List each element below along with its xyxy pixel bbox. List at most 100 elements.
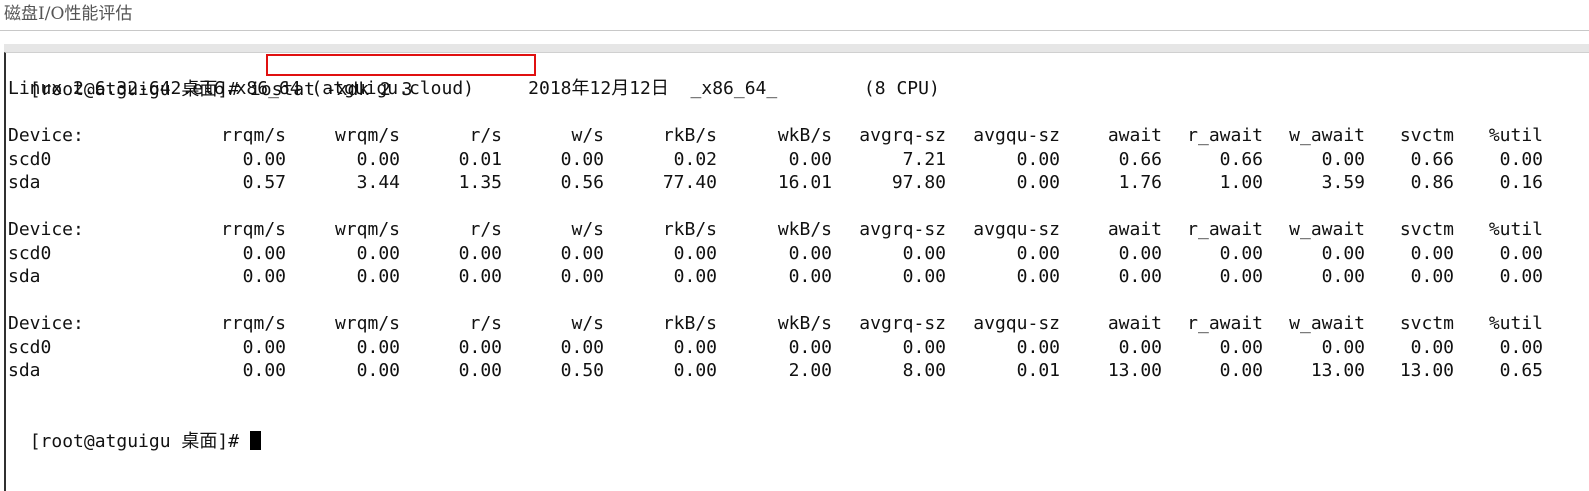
metric-cell: 0.00: [788, 148, 832, 170]
col-header: wkB/s: [777, 313, 832, 334]
metric-cell: 0.00: [560, 148, 604, 170]
iostat-report-1: Device: rrqm/s wrqm/s r/s w/s rkB/s wkB/…: [8, 124, 1543, 195]
command-highlight-box: [266, 54, 536, 76]
col-header: r/s: [469, 313, 502, 334]
metric-cell: 0.65: [1499, 360, 1543, 381]
col-header: r_await: [1187, 125, 1263, 146]
metric-cell: 0.00: [1499, 336, 1543, 358]
metric-cell: 2.00: [788, 360, 832, 381]
metric-cell: 0.00: [1016, 266, 1060, 287]
col-header: Device:: [8, 313, 84, 334]
metric-cell: 0.00: [356, 360, 400, 381]
metric-cell: 0.00: [788, 266, 832, 287]
metric-cell: 0.00: [1499, 266, 1543, 287]
table-row: sda 0.57 3.44 1.35 0.56 77.40 16.01 97.80 0.00 1.…: [8, 171, 1543, 195]
device-name-cell: sda: [8, 172, 41, 193]
metric-cell: 0.00: [242, 266, 286, 287]
col-header: await: [1107, 219, 1162, 240]
metric-cell: 13.00: [1107, 360, 1162, 381]
metric-cell: 13.00: [1399, 360, 1454, 381]
metric-cell: 0.00: [1219, 266, 1263, 287]
device-name-cell: sda: [8, 360, 41, 381]
metric-cell: 0.00: [1118, 242, 1162, 264]
metric-cell: 0.00: [242, 360, 286, 381]
col-header: svctm: [1399, 219, 1454, 240]
metric-cell: 1.76: [1118, 172, 1162, 193]
col-header: avgqu-sz: [973, 313, 1060, 334]
col-header: r/s: [469, 219, 502, 240]
table-row: scd0 0.00 0.00 0.00 0.00 0.00 0.00 0.00 0.00 0.00…: [8, 336, 1543, 360]
col-header: r/s: [469, 125, 502, 146]
col-header: rkB/s: [662, 313, 717, 334]
metric-cell: 0.00: [788, 336, 832, 358]
metric-cell: 0.00: [902, 242, 946, 264]
metric-cell: 8.00: [902, 360, 946, 381]
metric-cell: 0.00: [673, 360, 717, 381]
col-header: wrqm/s: [334, 125, 400, 146]
metric-cell: 0.01: [458, 148, 502, 170]
metric-cell: 0.00: [1016, 172, 1060, 193]
metric-cell: 7.21: [902, 148, 946, 170]
metric-cell: 0.56: [560, 172, 604, 193]
col-header: wkB/s: [777, 125, 832, 146]
col-header: r_await: [1187, 313, 1263, 334]
col-header: avgrq-sz: [859, 313, 946, 334]
col-header: w/s: [571, 313, 604, 334]
metric-cell: 0.00: [1410, 336, 1454, 358]
col-header: wkB/s: [777, 219, 832, 240]
metric-cell: 0.02: [673, 148, 717, 170]
col-header: rrqm/s: [220, 313, 286, 334]
col-header: avgqu-sz: [973, 219, 1060, 240]
metric-cell: 0.57: [242, 172, 286, 193]
metric-cell: 16.01: [777, 172, 832, 193]
metric-cell: 0.00: [902, 266, 946, 287]
iostat-report-2: Device: rrqm/s wrqm/s r/s w/s rkB/s wkB/…: [8, 218, 1543, 289]
col-header: svctm: [1399, 125, 1454, 146]
metric-cell: 0.00: [1016, 336, 1060, 358]
col-header: rkB/s: [662, 219, 717, 240]
cursor-block: [249, 430, 261, 450]
metric-cell: 0.00: [1118, 266, 1162, 287]
metric-cell: 0.00: [1410, 266, 1454, 287]
metric-cell: 0.00: [1321, 336, 1365, 358]
metric-cell: 0.66: [1219, 148, 1263, 170]
metric-cell: 0.00: [458, 266, 502, 287]
device-name-cell: sda: [8, 266, 41, 287]
table-row: sda 0.00 0.00 0.00 0.50 0.00 2.00 8.00 0.01 13.00…: [8, 359, 1543, 383]
device-name-cell: scd0: [8, 336, 52, 358]
system-info-line: Linux 2.6.32-642.el6.x86_64 (atguigu.clo…: [8, 78, 940, 99]
page-header: 磁盘I/O性能评估: [0, 0, 1589, 31]
metric-cell: 0.00: [1499, 148, 1543, 170]
metric-cell: 0.00: [1499, 242, 1543, 264]
col-header: r_await: [1187, 219, 1263, 240]
col-header: wrqm/s: [334, 313, 400, 334]
col-header: rrqm/s: [220, 125, 286, 146]
metric-cell: 77.40: [662, 172, 717, 193]
col-header: wrqm/s: [334, 219, 400, 240]
metric-cell: 0.00: [458, 360, 502, 381]
metric-cell: 0.00: [1321, 266, 1365, 287]
metric-cell: 0.00: [1016, 242, 1060, 264]
metric-cell: 0.00: [458, 242, 502, 264]
metric-cell: 0.00: [902, 336, 946, 358]
col-header: w/s: [571, 219, 604, 240]
metric-cell: 0.00: [242, 336, 286, 358]
metric-cell: 0.00: [1219, 336, 1263, 358]
metric-cell: 0.00: [242, 242, 286, 264]
col-header: Device:: [8, 219, 84, 240]
metric-cell: 0.00: [788, 242, 832, 264]
col-header: w_await: [1289, 219, 1365, 240]
metric-cell: 0.00: [673, 242, 717, 264]
metric-cell: 3.59: [1321, 172, 1365, 193]
metric-cell: 1.00: [1219, 172, 1263, 193]
metric-cell: 0.00: [458, 336, 502, 358]
metric-cell: 0.00: [673, 336, 717, 358]
metric-cell: 0.01: [1016, 360, 1060, 381]
metric-cell: 0.00: [1016, 148, 1060, 170]
metric-cell: 0.00: [560, 266, 604, 287]
metric-cell: 0.00: [1219, 242, 1263, 264]
metric-cell: 97.80: [891, 172, 946, 193]
final-prompt-line: [root@atguigu 桌面]#: [8, 406, 261, 453]
col-header: %util: [1488, 125, 1543, 146]
metric-cell: 3.44: [356, 172, 400, 193]
